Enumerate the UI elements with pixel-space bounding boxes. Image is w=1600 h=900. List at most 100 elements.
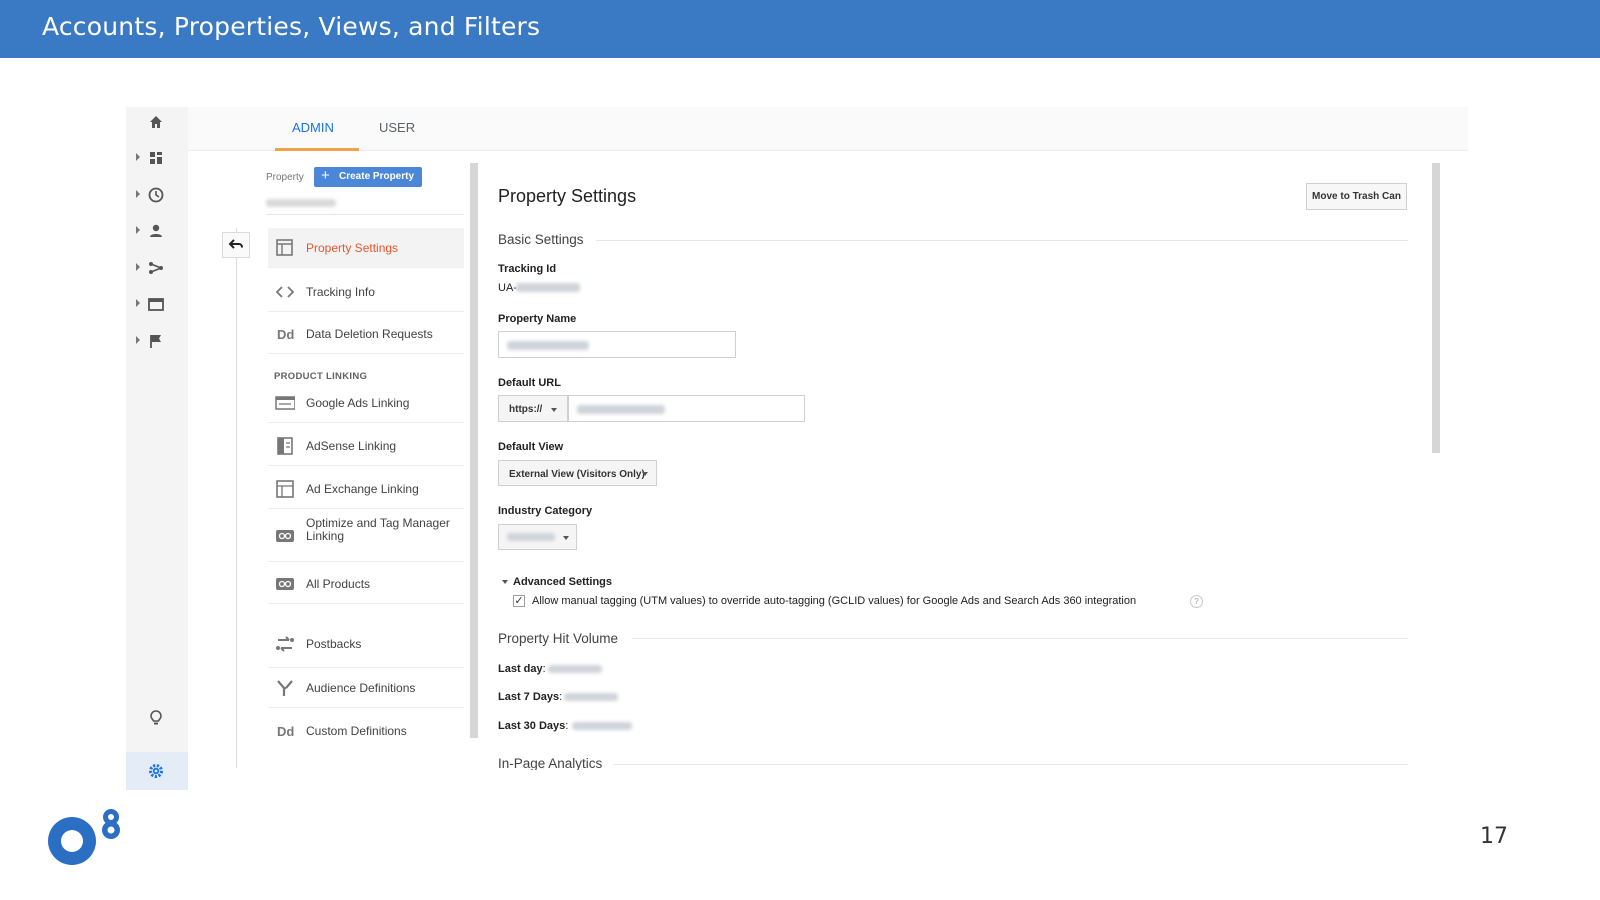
menu-google-ads-linking[interactable]: Google Ads Linking <box>268 383 464 423</box>
create-property-button[interactable]: + Create Property <box>314 167 422 187</box>
page-number: 17 <box>1480 824 1508 849</box>
link-icon <box>276 578 294 590</box>
property-selector-redacted[interactable] <box>266 199 336 207</box>
dd-icon: Dd <box>277 724 295 739</box>
last-30-days-label: Last 30 Days: <box>498 720 569 732</box>
last-day-redacted <box>548 665 602 673</box>
basic-settings-rule <box>596 240 1408 241</box>
property-name-redacted <box>507 341 589 350</box>
nav-rail <box>126 107 188 790</box>
admin-tabbar: ADMIN USER <box>188 107 1468 151</box>
rail-behavior[interactable] <box>126 287 188 321</box>
flag-icon <box>150 335 161 348</box>
menu-optimize-tag-manager[interactable]: Optimize and Tag Manager Linking <box>268 512 464 562</box>
gear-icon <box>149 764 163 778</box>
column-divider <box>236 228 237 768</box>
expand-caret-icon <box>136 263 140 271</box>
person-icon <box>150 224 162 237</box>
adexchange-icon <box>276 480 294 498</box>
rail-customization[interactable] <box>126 141 188 175</box>
menu-audience-definitions[interactable]: Audience Definitions <box>268 668 464 708</box>
link-icon <box>276 530 294 542</box>
tracking-id-redacted <box>516 283 580 292</box>
active-tab-indicator <box>275 148 359 151</box>
rail-acquisition[interactable] <box>126 251 188 285</box>
menu-tracking-info[interactable]: Tracking Info <box>268 272 464 312</box>
last-30-days-redacted <box>572 722 632 730</box>
manual-tagging-checkbox[interactable]: ✓ <box>513 595 525 607</box>
expand-caret-icon <box>136 226 140 234</box>
menu-postbacks[interactable]: Postbacks <box>268 624 464 668</box>
slide-header: Accounts, Properties, Views, and Filters <box>0 0 1600 58</box>
rail-conversions[interactable] <box>126 324 188 358</box>
chevron-down-icon <box>551 408 557 412</box>
in-page-rule <box>614 764 1408 765</box>
menu-all-products[interactable]: All Products <box>268 564 464 604</box>
rail-discover[interactable] <box>126 701 188 735</box>
chevron-down-icon <box>642 472 648 476</box>
chevron-down-icon <box>563 536 569 540</box>
acquisition-icon <box>149 262 164 274</box>
last-7-days-redacted <box>564 693 618 701</box>
rail-home[interactable] <box>126 107 188 139</box>
brand-logo <box>48 809 120 865</box>
menu-ad-exchange-linking[interactable]: Ad Exchange Linking <box>268 469 464 509</box>
default-view-select[interactable]: External View (Visitors Only) <box>498 460 657 486</box>
menu-data-deletion[interactable]: Dd Data Deletion Requests <box>268 314 464 354</box>
last-day-label: Last day: <box>498 663 546 675</box>
menu-adsense-linking[interactable]: AdSense Linking <box>268 426 464 466</box>
behavior-icon <box>148 298 164 311</box>
move-to-trash-button[interactable]: Move to Trash Can <box>1306 183 1407 210</box>
hit-volume-rule <box>632 638 1408 639</box>
lightbulb-icon <box>150 710 162 725</box>
menu-scrollbar[interactable] <box>470 163 478 738</box>
industry-category-label: Industry Category <box>498 505 593 517</box>
manual-tagging-label: Allow manual tagging (UTM values) to ove… <box>532 595 1137 607</box>
tracking-id-label: Tracking Id <box>498 263 557 275</box>
property-label: Property <box>266 172 304 183</box>
dd-icon: Dd <box>277 327 295 342</box>
expand-caret-icon <box>136 336 140 344</box>
property-name-label: Property Name <box>498 313 577 325</box>
plus-icon: + <box>321 167 330 184</box>
property-name-input[interactable] <box>498 331 736 358</box>
last-7-days-label: Last 7 Days: <box>498 691 563 703</box>
expand-caret-icon <box>136 153 140 161</box>
default-url-redacted <box>577 405 665 414</box>
rail-admin[interactable] <box>126 752 188 790</box>
tab-user[interactable]: USER <box>379 120 415 135</box>
panel-scrollbar[interactable] <box>1432 163 1440 453</box>
default-view-label: Default View <box>498 441 564 453</box>
expand-caret-icon <box>136 190 140 198</box>
default-url-label: Default URL <box>498 377 561 389</box>
tracking-id-prefix: UA- <box>498 282 517 294</box>
back-button[interactable] <box>222 232 250 258</box>
rail-audience[interactable] <box>126 214 188 248</box>
industry-redacted <box>507 533 555 541</box>
clock-icon <box>148 187 164 203</box>
hit-volume-heading: Property Hit Volume <box>498 631 619 646</box>
ads-icon <box>275 396 295 410</box>
expand-caret-icon <box>136 299 140 307</box>
audience-icon <box>277 680 293 696</box>
postbacks-icon <box>276 636 294 652</box>
code-icon <box>275 286 295 298</box>
property-separator <box>266 214 464 215</box>
panel-title: Property Settings <box>498 186 637 206</box>
default-url-input[interactable] <box>568 395 805 422</box>
collapse-caret-icon[interactable] <box>502 580 508 584</box>
dashboard-icon <box>150 152 162 164</box>
tab-admin[interactable]: ADMIN <box>292 120 334 135</box>
product-linking-heading: PRODUCT LINKING <box>274 371 368 382</box>
rail-realtime[interactable] <box>126 178 188 212</box>
menu-custom-definitions[interactable]: Dd Custom Definitions <box>268 711 464 751</box>
adsense-icon <box>277 437 293 455</box>
industry-category-select[interactable] <box>498 524 577 550</box>
advanced-settings-toggle[interactable]: Advanced Settings <box>513 576 612 588</box>
protocol-select[interactable]: https:// <box>498 395 568 422</box>
in-page-analytics-heading: In-Page Analytics <box>498 756 603 770</box>
basic-settings-heading: Basic Settings <box>498 232 584 247</box>
home-icon <box>150 116 162 128</box>
help-icon[interactable]: ? <box>1190 595 1203 608</box>
menu-property-settings[interactable]: Property Settings <box>268 228 464 268</box>
